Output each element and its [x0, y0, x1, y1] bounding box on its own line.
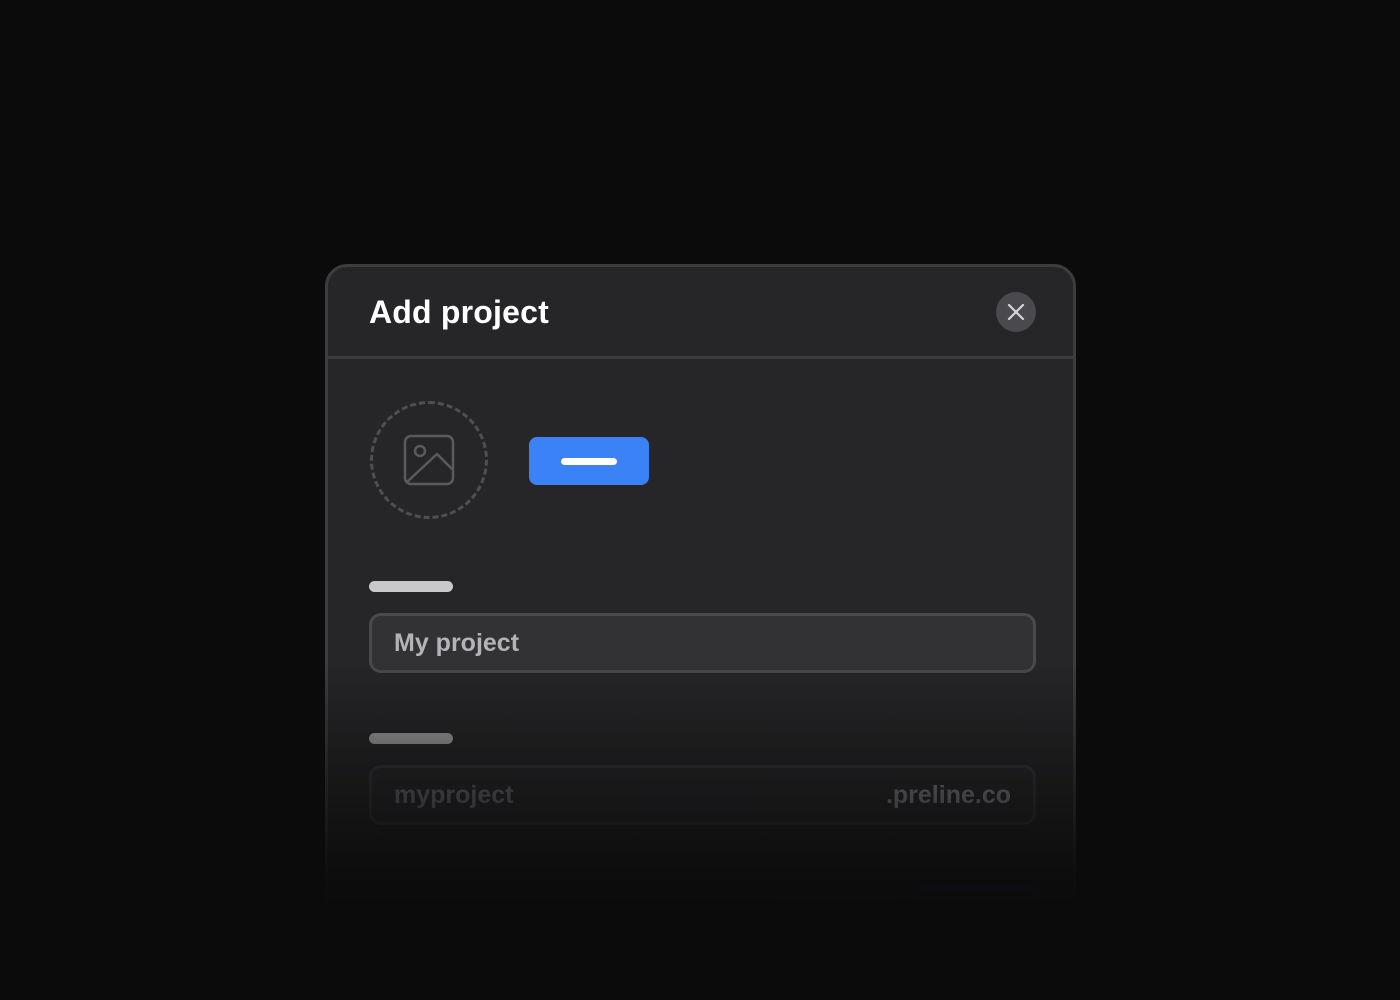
- upload-button-label-placeholder: [561, 457, 617, 465]
- project-url-value: myproject: [394, 780, 514, 809]
- modal-header: Add project: [328, 267, 1073, 359]
- project-url-label-placeholder: [369, 733, 453, 744]
- cancel-button[interactable]: [775, 885, 897, 929]
- screen: Add project My project myproject .prelin…: [0, 0, 1400, 1000]
- project-name-label-placeholder: [369, 581, 453, 592]
- close-button[interactable]: [996, 292, 1036, 332]
- save-button[interactable]: [917, 885, 1037, 929]
- project-name-value: My project: [394, 628, 520, 657]
- add-project-modal: Add project My project myproject .prelin…: [325, 264, 1076, 964]
- project-name-input[interactable]: My project: [369, 613, 1036, 673]
- image-icon: [403, 434, 455, 486]
- project-url-input[interactable]: myproject .preline.co: [369, 765, 1036, 825]
- modal-title: Add project: [369, 294, 549, 330]
- upload-image-button[interactable]: [529, 437, 649, 485]
- project-url-suffix: .preline.co: [885, 780, 1011, 809]
- close-icon: [1007, 303, 1025, 321]
- avatar-upload-placeholder[interactable]: [370, 401, 488, 519]
